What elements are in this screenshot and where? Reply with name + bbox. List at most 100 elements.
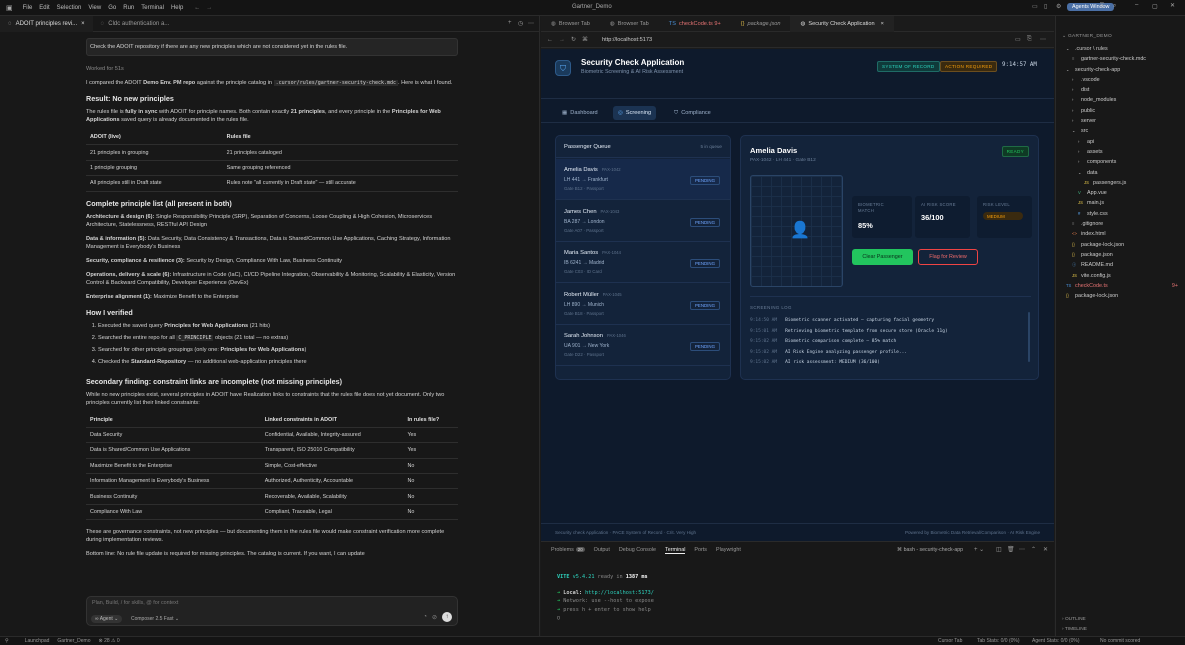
forward-icon[interactable]: → [559,37,565,43]
maximize-icon[interactable]: ▢ [1152,3,1158,10]
menu-selection[interactable]: Selection [57,5,82,11]
agents-window-button[interactable]: Agents Window [1067,3,1115,11]
timeline-section[interactable]: › TIMELINE [1062,627,1087,632]
close-panel-icon[interactable]: ✕ [1043,546,1048,553]
composer-input[interactable]: Plan, Build, / for skills, @ for context [92,600,178,606]
tab-package-json[interactable]: {} package.json [731,16,791,32]
panel-tab-output[interactable]: Output [594,547,610,554]
queue-row[interactable]: Robert Müller PAX-1045 LH 890 → Munich Gate… [556,284,730,325]
nav-dashboard[interactable]: ▦ Dashboard [557,106,603,120]
panel-tab-problems[interactable]: Problems 20 [551,547,585,554]
split-terminal-icon[interactable]: ◫ [996,546,1002,553]
tree-folder[interactable]: › server [1056,116,1185,126]
close-window-icon[interactable]: ✕ [1170,2,1175,9]
tree-folder[interactable]: ⌄ src [1056,126,1185,136]
panel-tab-terminal[interactable]: Terminal [665,547,686,554]
app-menu-icon[interactable]: ▣ [6,4,13,12]
log-scrollbar[interactable] [1028,312,1030,362]
tree-file[interactable]: {} package-lock.json [1056,240,1185,250]
tree-folder[interactable]: › api [1056,137,1185,147]
model-selector[interactable]: Composer 2.5 Fast ⌄ [131,616,179,622]
tree-folder[interactable]: › public [1056,106,1185,116]
tree-file[interactable]: ≡ gartner-security-check.mdc [1056,54,1185,64]
tree-folder[interactable]: › .vscode [1056,75,1185,85]
explorer-root[interactable]: ⌄ GARTNER_DEMO [1062,34,1112,39]
tree-file[interactable]: <> index.html [1056,229,1185,239]
attach-icon[interactable]: ⊘ [432,614,437,621]
open-external-icon[interactable]: ⎘ [1027,36,1032,43]
minimize-icon[interactable]: – [1135,2,1138,8]
tab-stats[interactable]: Tab Stats: 0/0 (0%) [977,638,1020,644]
panel-tab-debug-console[interactable]: Debug Console [619,547,656,554]
menu-edit[interactable]: Edit [39,5,49,11]
tab-security-app[interactable]: ◍ Security Check Application × [790,15,894,32]
agent-mode-selector[interactable]: ∞ Agent ⌄ [91,615,123,623]
menu-terminal[interactable]: Terminal [141,5,164,11]
sidebar-toggle-icon[interactable]: ▯ [1044,3,1047,10]
close-tab-icon[interactable]: × [881,21,884,27]
tree-file[interactable]: {} package.json [1056,250,1185,260]
launchpad-button[interactable]: Launchpad [25,638,50,644]
menu-file[interactable]: File [23,5,33,11]
reload-icon[interactable]: ↻ [571,36,576,43]
forward-arrow-icon[interactable]: → [206,5,212,11]
new-chat-icon[interactable]: + [508,20,512,26]
clear-passenger-button[interactable]: Clear Passenger [852,249,913,265]
queue-row[interactable]: Maria Santos PAX-1044 IB 6241 → Madrid Gate… [556,242,730,283]
nav-compliance[interactable]: ⛉ Compliance [669,106,716,120]
history-icon[interactable]: ◷ [518,20,523,27]
url-input[interactable]: http://localhost:5173 [602,37,652,43]
more-icon[interactable]: ⋯ [1040,36,1046,43]
tree-file[interactable]: ⓘ README.md [1056,260,1185,270]
tree-folder[interactable]: › node_modules [1056,95,1185,105]
back-arrow-icon[interactable]: ← [194,5,200,11]
menu-go[interactable]: Go [108,5,116,11]
tree-file[interactable]: JS vite.config.js [1056,271,1185,281]
commit-status[interactable]: No commit scored [1100,638,1140,644]
more-icon[interactable]: ⋯ [528,20,534,27]
queue-row[interactable]: James Chen PAX-1043 BA 287 → London Gate A0… [556,201,730,242]
settings-icon[interactable]: ⚙ [1056,3,1061,10]
cursor-tab-status[interactable]: Cursor Tab [938,638,962,644]
tree-file[interactable]: JS main.js [1056,198,1185,208]
back-icon[interactable]: ← [547,37,553,43]
menu-view[interactable]: View [88,5,101,11]
outline-section[interactable]: › OUTLINE [1062,617,1086,622]
tree-file[interactable]: V App.vue [1056,188,1185,198]
context-icon[interactable]: ◔ [423,614,427,620]
screenshot-icon[interactable]: ▭ [1015,36,1021,43]
tree-file[interactable]: # style.css [1056,209,1185,219]
user-message[interactable]: Check the ADOIT repository if there are … [86,38,458,56]
tree-folder[interactable]: ⌄ security-check-app [1056,65,1185,75]
menu-help[interactable]: Help [171,5,183,11]
tree-file[interactable]: ≡ .gitignore [1056,219,1185,229]
kill-terminal-icon[interactable]: 🗑 [1007,546,1015,553]
queue-row[interactable]: Sarah Johnson PAX-1046 UA 901 → New York Ga… [556,325,730,366]
explorer-icon[interactable]: ⎘ [1100,3,1105,10]
flag-review-button[interactable]: Flag for Review [918,249,978,265]
problems-counts[interactable]: ⊗ 28 ⚠ 0 [99,638,120,644]
panel-tab-playwright[interactable]: Playwright [716,547,741,554]
tree-folder[interactable]: ⌄ .cursor \ rules [1056,44,1185,54]
layout-icon[interactable]: ▭ [1032,3,1038,10]
queue-row[interactable]: Amelia Davis PAX-1042 LH 441 → Frankfurt Ga… [556,159,730,200]
search-icon[interactable]: ⌕ [1113,3,1116,10]
devtools-icon[interactable]: ⌘ [582,36,588,43]
chat-tab-adoit[interactable]: ◌ ADOIT principles revi... × [0,15,93,32]
menu-run[interactable]: Run [123,5,134,11]
maximize-panel-icon[interactable]: ⌃ [1031,546,1036,553]
more-icon[interactable]: ⋯ [1019,546,1025,553]
panel-tab-ports[interactable]: Ports [694,547,707,554]
tree-file[interactable]: TS checkCode.ts 9+ [1056,281,1185,291]
remote-icon[interactable]: ⚲ [5,638,9,644]
nav-screening[interactable]: ◎ Screening [613,106,657,120]
agent-stats[interactable]: Agent Stats: 0/0 (0%) [1032,638,1080,644]
send-button[interactable]: ↑ [442,612,452,622]
tree-folder[interactable]: › dist [1056,85,1185,95]
new-terminal-icon[interactable]: + ⌄ [974,546,984,553]
tree-file[interactable]: {} package-lock.json [1056,291,1185,301]
terminal-shell-selector[interactable]: ⌘ bash - security-check-app [897,547,963,553]
tab-checkcode[interactable]: TS checkCode.ts 9+ [659,16,731,32]
close-tab-icon[interactable]: × [81,21,85,27]
composer[interactable]: Plan, Build, / for skills, @ for context… [86,596,458,626]
